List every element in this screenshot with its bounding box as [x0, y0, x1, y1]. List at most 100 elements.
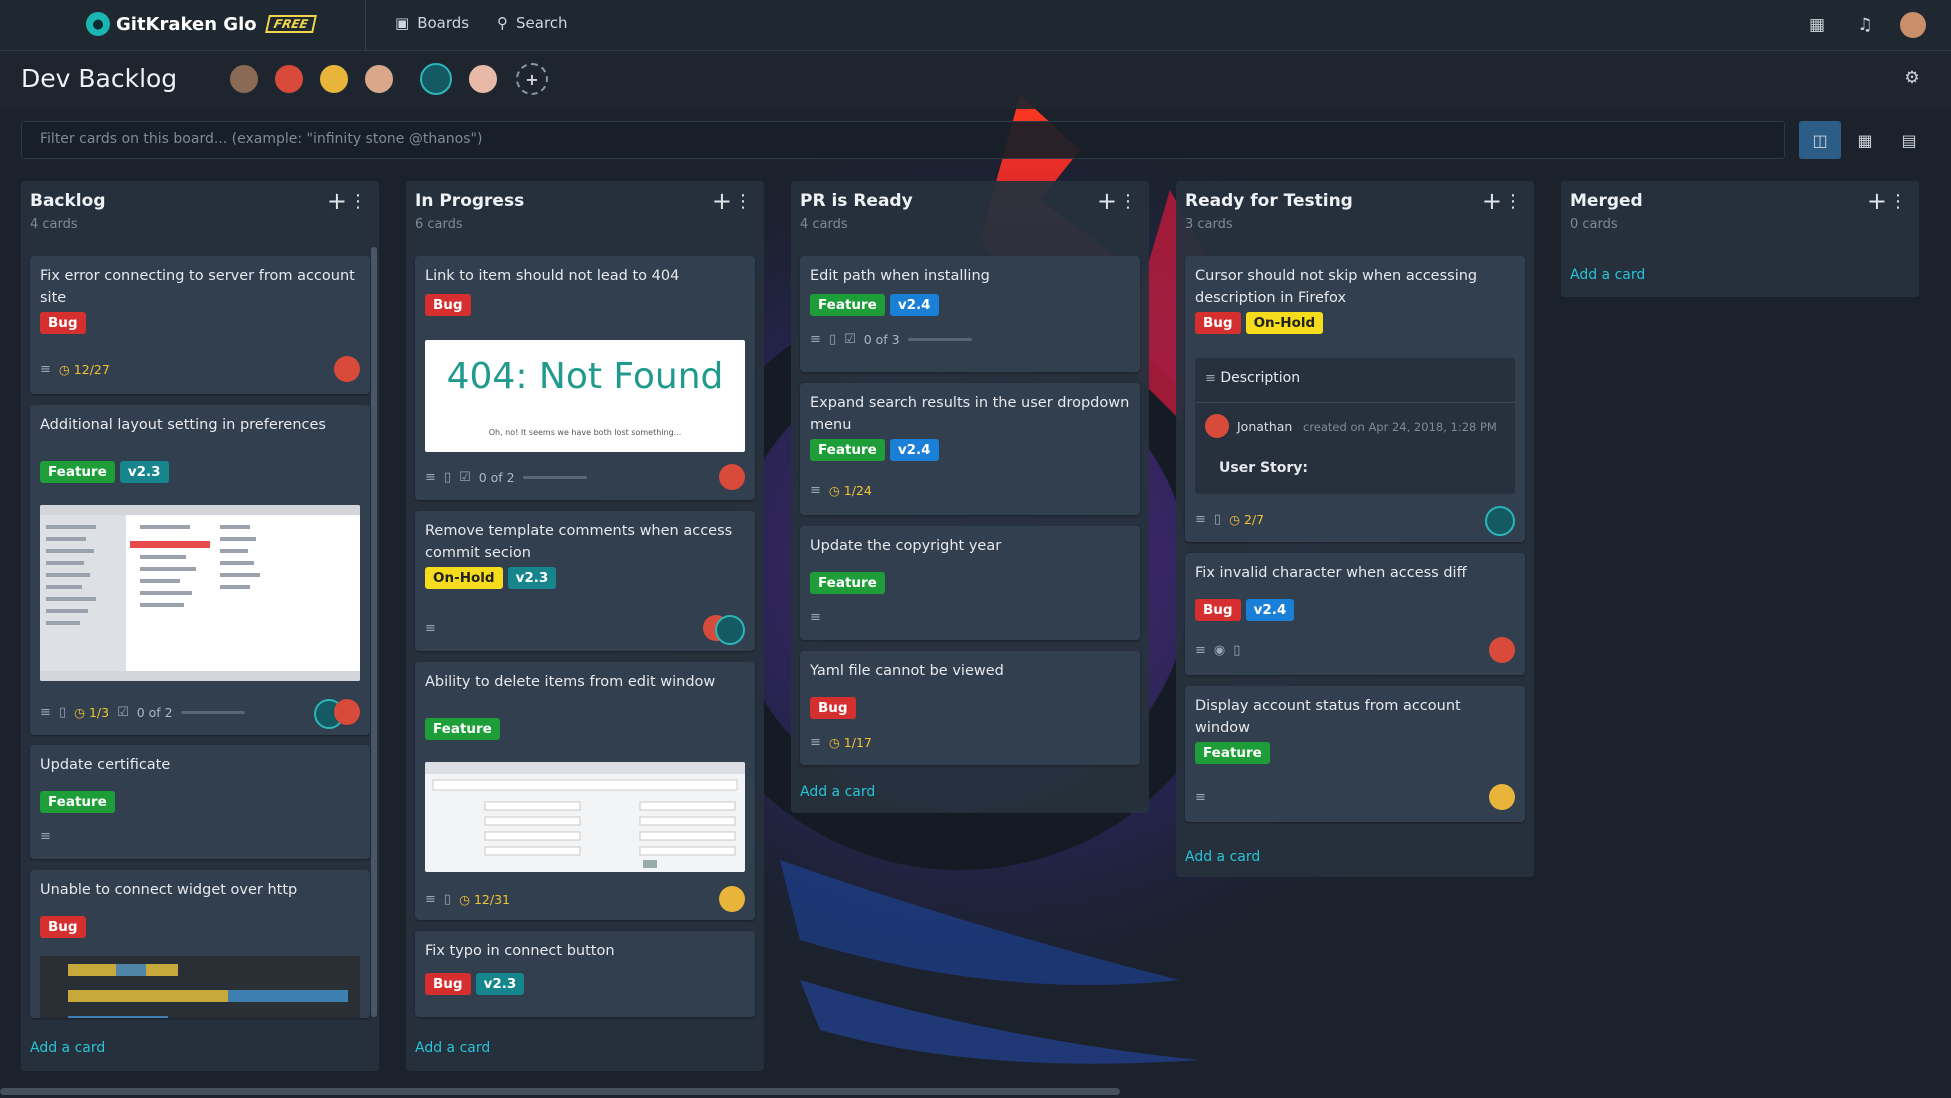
member-avatar[interactable]: [318, 63, 350, 95]
card[interactable]: Additional layout setting in preferences…: [30, 405, 370, 735]
calendar-view-icon[interactable]: ▦: [1844, 121, 1886, 159]
card[interactable]: Expand search results in the user dropdo…: [800, 383, 1140, 515]
boards-nav-label: Boards: [417, 14, 470, 32]
add-member-icon[interactable]: +: [516, 63, 548, 95]
column-more-icon[interactable]: ⋮: [1504, 191, 1522, 212]
card[interactable]: Remove template comments when access com…: [415, 511, 755, 651]
column-title[interactable]: PR is Ready: [800, 191, 913, 211]
card-title: Update the copyright year: [810, 538, 1002, 554]
label-version: v2.4: [1245, 599, 1295, 621]
description-icon: ≡: [1195, 643, 1206, 658]
timeline-view-icon[interactable]: ▤: [1888, 121, 1930, 159]
due-date-text: 2/7: [1243, 512, 1265, 527]
attachment-icon: ▯: [828, 332, 837, 347]
add-card-link[interactable]: Add a card: [1185, 849, 1260, 865]
column-title[interactable]: In Progress: [415, 191, 524, 211]
notifications-bell-icon[interactable]: ♫: [1852, 12, 1878, 38]
column-scrollbar[interactable]: [371, 247, 377, 1017]
attachment-icon: ▯: [58, 705, 67, 720]
card-filter-input[interactable]: Filter cards on this board... (example: …: [21, 121, 1785, 159]
add-card-link[interactable]: Add a card: [415, 1040, 490, 1056]
card[interactable]: Fix typo in connect button Bug v2.3: [415, 931, 755, 1017]
add-card-plus-icon[interactable]: +: [327, 187, 347, 215]
add-card-plus-icon[interactable]: +: [1097, 187, 1117, 215]
board-settings-gear-icon[interactable]: ⚙: [1899, 65, 1925, 91]
checklist-icon: ☑: [459, 470, 471, 485]
label-feature: Feature: [40, 791, 115, 813]
due-date: ◷ 12/27: [58, 362, 110, 377]
app-logo[interactable]: ● GitKraken Glo FREE: [86, 12, 317, 36]
gift-icon[interactable]: ▦: [1804, 12, 1830, 38]
user-avatar[interactable]: [1900, 12, 1926, 38]
column-more-icon[interactable]: ⋮: [734, 191, 752, 212]
member-avatar[interactable]: [363, 63, 395, 95]
kraken-logo-icon: ●: [86, 12, 110, 36]
add-card-plus-icon[interactable]: +: [1867, 187, 1887, 215]
boards-nav-button[interactable]: ▣ Boards: [395, 14, 469, 32]
label-bug: Bug: [40, 916, 86, 938]
card[interactable]: Edit path when installing Feature v2.4 ≡…: [800, 256, 1140, 372]
column-more-icon[interactable]: ⋮: [349, 191, 367, 212]
description-icon: ≡: [425, 892, 436, 907]
search-nav-button[interactable]: ⚲ Search: [497, 14, 568, 32]
column-title[interactable]: Ready for Testing: [1185, 191, 1353, 211]
checklist-progress-text: 0 of 2: [136, 705, 173, 720]
add-card-plus-icon[interactable]: +: [1482, 187, 1502, 215]
card[interactable]: Ability to delete items from edit window…: [415, 662, 755, 920]
add-card-link[interactable]: Add a card: [800, 784, 875, 800]
card[interactable]: Fix invalid character when access diff B…: [1185, 553, 1525, 675]
label-feature: Feature: [425, 718, 500, 740]
board-horizontal-scrollbar[interactable]: [0, 1088, 1120, 1095]
add-card-link[interactable]: Add a card: [30, 1040, 105, 1056]
card-title: Update certificate: [40, 757, 171, 773]
add-card-link[interactable]: Add a card: [1570, 267, 1645, 283]
column-more-icon[interactable]: ⋮: [1889, 191, 1907, 212]
card-title: Cursor should not skip when accessing de…: [1195, 268, 1478, 306]
card-title: Yaml file cannot be viewed: [810, 663, 1004, 679]
card[interactable]: Update the copyright year Feature ≡: [800, 526, 1140, 640]
card-image-thumbnail: [40, 956, 360, 1018]
column-more-icon[interactable]: ⋮: [1119, 191, 1137, 212]
label-bug: Bug: [425, 973, 471, 995]
attachment-icon: ▯: [443, 470, 452, 485]
card[interactable]: Yaml file cannot be viewed Bug ≡ ◷ 1/17: [800, 651, 1140, 765]
member-avatar[interactable]: [228, 63, 260, 95]
card-title: Ability to delete items from edit window: [425, 674, 716, 690]
label-bug: Bug: [40, 312, 86, 334]
add-card-plus-icon[interactable]: +: [712, 187, 732, 215]
card[interactable]: Display account status from account wind…: [1185, 686, 1525, 822]
board-view-icon[interactable]: ◫: [1799, 121, 1841, 159]
card-image-thumbnail: [40, 505, 360, 681]
column-in-progress: In Progress 6 cards + ⋮ Link to item sho…: [406, 181, 764, 1071]
card[interactable]: Cursor should not skip when accessing de…: [1185, 256, 1525, 542]
card[interactable]: Unable to connect widget over http Bug: [30, 870, 370, 1018]
member-avatar[interactable]: [420, 63, 452, 95]
description-icon: ≡: [425, 621, 436, 636]
attachment-icon: ▯: [1213, 512, 1222, 527]
user-story-heading: User Story:: [1219, 460, 1308, 476]
comment-icon: ◉: [1213, 643, 1226, 658]
card[interactable]: Link to item should not lead to 404 Bug …: [415, 256, 755, 500]
card[interactable]: Fix error connecting to server from acco…: [30, 256, 370, 394]
due-date: ◷ 1/3: [74, 705, 110, 720]
label-on-hold: On-Hold: [1245, 312, 1324, 334]
label-feature: Feature: [810, 439, 885, 461]
column-title[interactable]: Backlog: [30, 191, 106, 211]
due-date: ◷ 2/7: [1229, 512, 1265, 527]
member-avatar[interactable]: [467, 63, 499, 95]
column-card-count: 0 cards: [1570, 217, 1618, 232]
description-icon: ≡: [810, 483, 821, 498]
assignee-avatar: [1489, 637, 1515, 663]
due-date-text: 1/17: [843, 735, 872, 750]
card[interactable]: Update certificate Feature ≡: [30, 745, 370, 859]
due-date: ◷ 12/31: [459, 892, 510, 907]
board-title[interactable]: Dev Backlog: [21, 64, 177, 93]
card-title: Fix invalid character when access diff: [1195, 565, 1467, 581]
column-card-count: 6 cards: [415, 217, 463, 232]
column-title[interactable]: Merged: [1570, 191, 1643, 211]
description-icon: ≡: [40, 362, 51, 377]
label-version: v2.4: [889, 294, 939, 316]
card-title: Link to item should not lead to 404: [425, 268, 680, 284]
member-avatar[interactable]: [273, 63, 305, 95]
assignee-avatar: [719, 464, 745, 490]
